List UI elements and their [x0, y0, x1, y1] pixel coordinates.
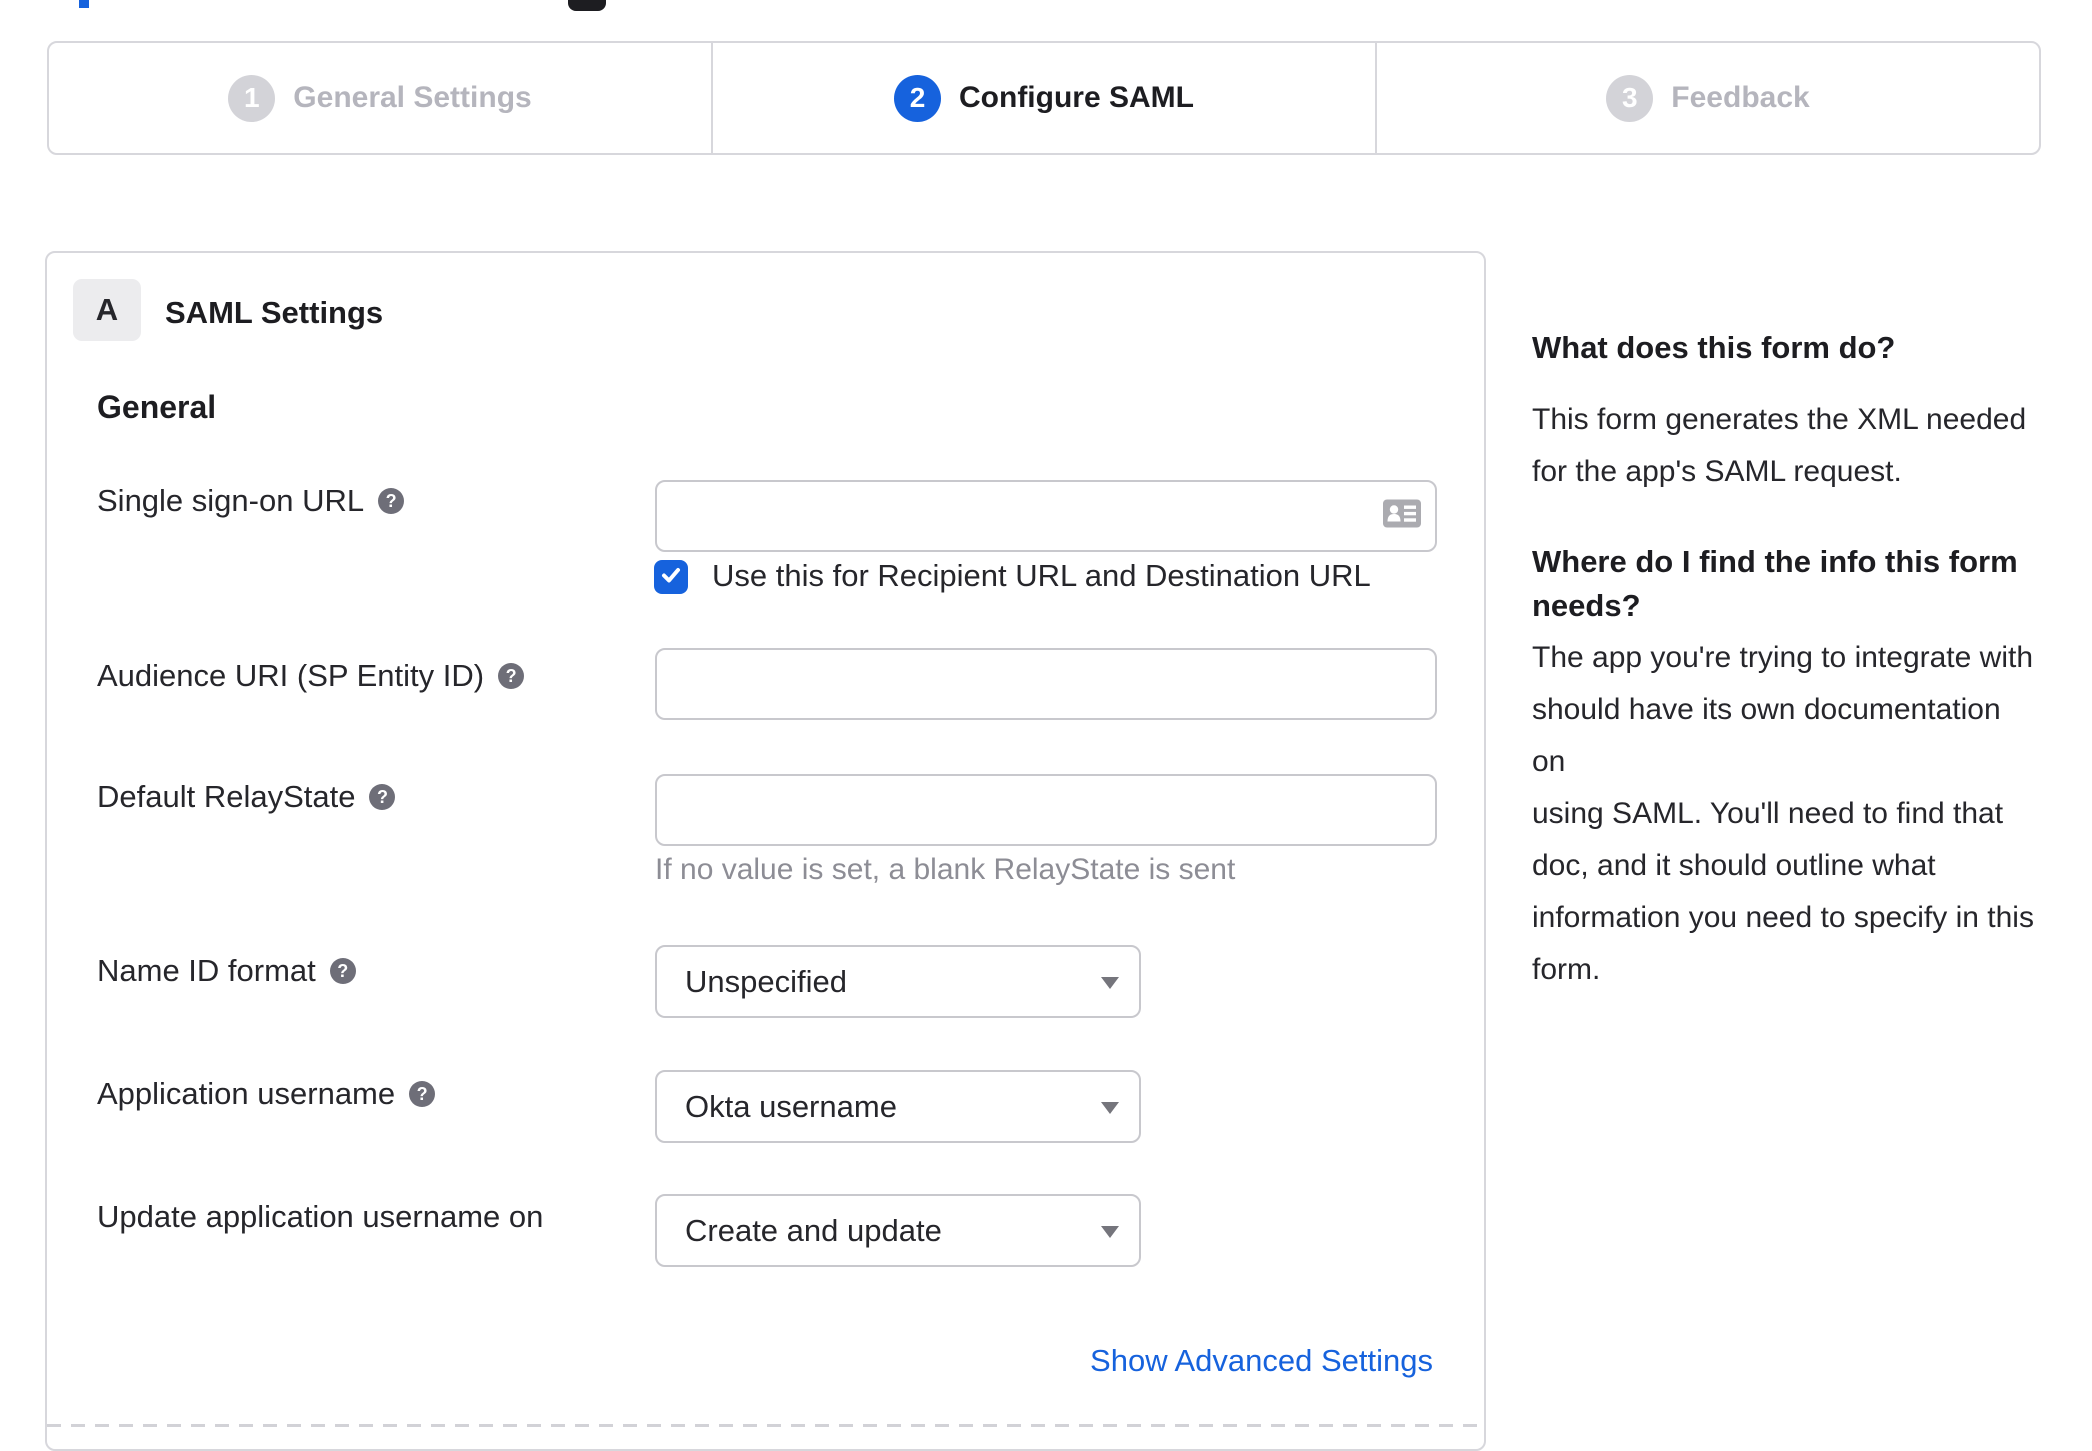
step-1-circle: 1 — [228, 74, 276, 122]
relay-state-label: Default RelayState ? — [97, 779, 396, 815]
show-advanced-settings-link[interactable]: Show Advanced Settings — [1090, 1343, 1433, 1379]
chevron-down-icon — [1101, 1101, 1119, 1114]
sso-url-label-text: Single sign-on URL — [97, 483, 365, 518]
name-id-format-label-text: Name ID format — [97, 953, 316, 988]
chevron-down-icon — [1101, 976, 1119, 989]
step-general-settings[interactable]: 1 General Settings — [49, 43, 711, 153]
help-question-1: What does this form do? — [1532, 330, 1896, 365]
general-section-heading: General — [97, 389, 217, 425]
help-answer-2: The app you're trying to integrate with … — [1532, 641, 2034, 986]
help-answer-1: This form generates the XML needed for t… — [1532, 403, 2027, 488]
audience-uri-label-text: Audience URI (SP Entity ID) — [97, 658, 485, 693]
application-username-value: Okta username — [685, 1088, 897, 1124]
help-sidebar: What does this form do? This form genera… — [1532, 326, 2037, 996]
checkbox-check-icon — [659, 563, 683, 592]
relay-state-label-text: Default RelayState — [97, 779, 356, 814]
update-username-value: Create and update — [685, 1212, 942, 1248]
recipient-url-checkbox[interactable] — [654, 560, 688, 594]
app-logo-fragment — [568, 0, 606, 11]
application-username-label-text: Application username — [97, 1076, 396, 1111]
application-username-help-icon[interactable]: ? — [409, 1081, 436, 1107]
recipient-url-checkbox-label: Use this for Recipient URL and Destinati… — [712, 558, 1371, 593]
section-a-badge: A — [73, 279, 141, 341]
name-id-format-value: Unspecified — [685, 963, 847, 999]
step-3-circle: 3 — [1606, 74, 1654, 122]
update-username-label-text: Update application username on — [97, 1199, 544, 1234]
application-username-label: Application username ? — [97, 1076, 436, 1112]
step-3-label: Feedback — [1671, 81, 1810, 114]
step-configure-saml[interactable]: 2 Configure SAML — [711, 43, 1375, 153]
audience-uri-input[interactable] — [655, 648, 1437, 720]
name-id-format-label: Name ID format ? — [97, 953, 356, 989]
help-question-2: Where do I find the info this form needs… — [1532, 544, 2018, 623]
name-id-format-help-icon[interactable]: ? — [329, 958, 356, 984]
card-title: SAML Settings — [165, 295, 384, 330]
sso-url-help-icon[interactable]: ? — [378, 488, 405, 514]
step-2-circle: 2 — [894, 74, 941, 122]
contact-card-icon[interactable] — [1383, 499, 1421, 533]
update-username-select[interactable]: Create and update — [655, 1194, 1141, 1267]
step-feedback[interactable]: 3 Feedback — [1375, 43, 2039, 153]
accent-fragment — [79, 0, 89, 8]
sso-url-input[interactable] — [655, 480, 1437, 552]
wizard-stepper: 1 General Settings 2 Configure SAML 3 Fe… — [47, 41, 2041, 155]
application-username-select[interactable]: Okta username — [655, 1070, 1141, 1143]
chevron-down-icon — [1101, 1225, 1119, 1238]
saml-settings-card: A SAML Settings General Single sign-on U… — [45, 251, 1486, 1451]
update-username-label: Update application username on — [97, 1199, 543, 1235]
step-1-label: General Settings — [293, 81, 532, 114]
audience-uri-help-icon[interactable]: ? — [498, 663, 525, 689]
relay-state-hint: If no value is set, a blank RelayState i… — [655, 853, 1236, 886]
relay-state-help-icon[interactable]: ? — [369, 784, 396, 810]
name-id-format-select[interactable]: Unspecified — [655, 945, 1141, 1018]
sso-url-label: Single sign-on URL ? — [97, 483, 405, 519]
audience-uri-label: Audience URI (SP Entity ID) ? — [97, 658, 525, 694]
relay-state-input[interactable] — [655, 774, 1437, 846]
step-2-label: Configure SAML — [959, 81, 1194, 114]
